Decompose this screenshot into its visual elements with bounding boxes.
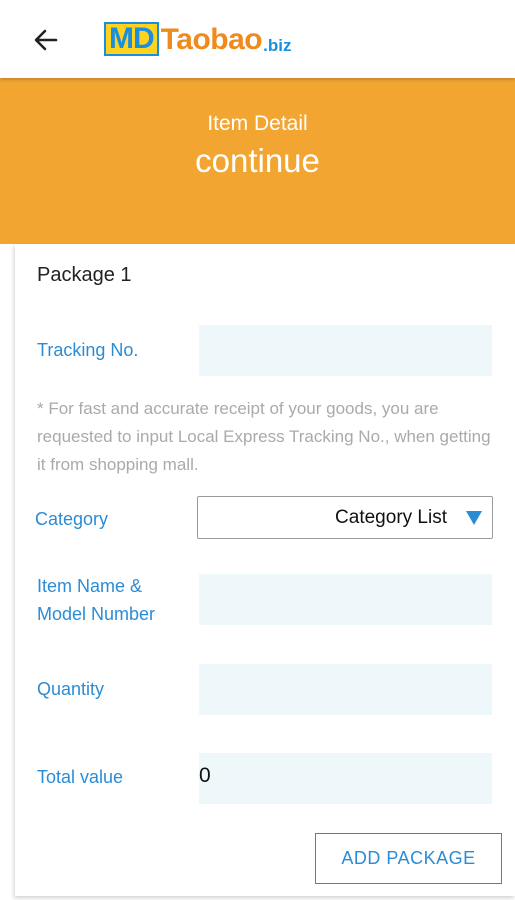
quantity-input[interactable] — [199, 664, 492, 715]
total-value-text: 0 — [199, 764, 211, 787]
item-name-label: Item Name & Model Number — [37, 572, 155, 628]
app-bar: MD Taobao .biz — [0, 0, 515, 78]
package-card: Package 1 Tracking No. * For fast and ac… — [15, 244, 515, 896]
item-name-label-line1: Item Name & — [37, 576, 143, 596]
logo-md: MD — [104, 22, 159, 56]
logo-biz: .biz — [263, 36, 292, 55]
item-name-label-line2: Model Number — [37, 604, 156, 624]
arrow-left-icon — [34, 29, 58, 51]
package-title: Package 1 — [37, 264, 132, 286]
tracking-label: Tracking No. — [37, 340, 139, 360]
back-button[interactable] — [26, 20, 66, 60]
banner-subtitle: Item Detail — [207, 112, 308, 135]
tracking-hint: * For fast and accurate receipt of your … — [37, 399, 491, 474]
banner-title: continue — [195, 142, 320, 179]
category-label: Category — [35, 509, 109, 529]
quantity-label: Quantity — [37, 679, 105, 699]
add-package-button[interactable]: ADD PACKAGE — [315, 833, 502, 884]
triangle-down-icon — [466, 511, 482, 525]
item-name-input[interactable] — [199, 574, 492, 625]
total-value-label: Total value — [37, 767, 124, 787]
total-value-input[interactable] — [199, 753, 492, 804]
logo[interactable]: MD Taobao .biz — [104, 20, 291, 56]
category-selected: Category List — [335, 507, 447, 528]
logo-taobao: Taobao — [160, 23, 263, 56]
category-select[interactable]: Category List — [197, 496, 493, 539]
header-banner: Item Detail continue — [0, 78, 515, 244]
tracking-input[interactable] — [199, 325, 492, 376]
